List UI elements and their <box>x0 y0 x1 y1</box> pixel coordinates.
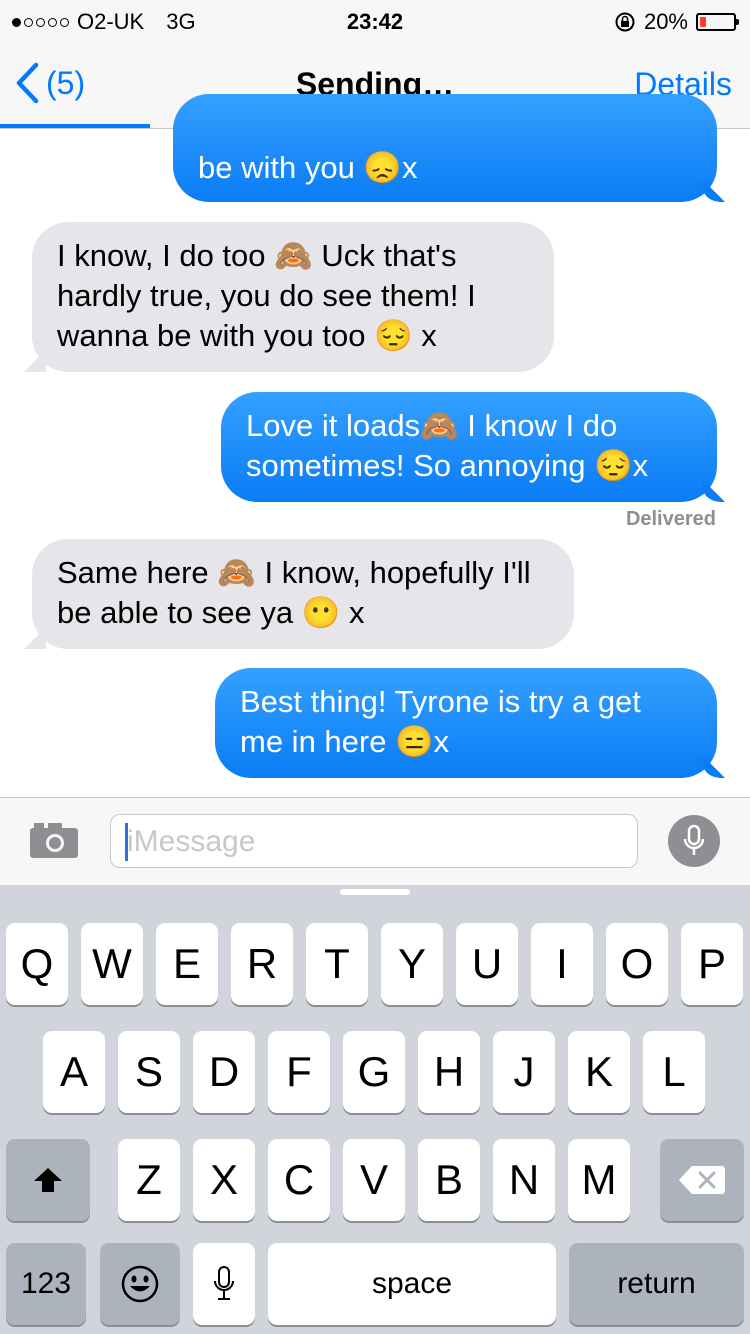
key-w[interactable]: W <box>81 923 143 1005</box>
key-h[interactable]: H <box>418 1031 480 1113</box>
message-bubble-sent[interactable]: Love it loads🙈 I know I do sometimes! So… <box>221 392 717 502</box>
battery-level <box>700 17 707 27</box>
message-input-bar: iMessage <box>0 797 750 886</box>
key-e[interactable]: E <box>156 923 218 1005</box>
key-n[interactable]: N <box>493 1139 555 1221</box>
camera-button[interactable] <box>28 820 80 865</box>
key-k[interactable]: K <box>568 1031 630 1113</box>
lock-rotation-icon <box>615 12 635 32</box>
message-text: Same here 🙈 I know, hopefully I'll be ab… <box>57 555 531 630</box>
microphone-button[interactable] <box>668 815 720 867</box>
key-a[interactable]: A <box>43 1031 105 1113</box>
backspace-key[interactable] <box>660 1139 744 1221</box>
key-s[interactable]: S <box>118 1031 180 1113</box>
key-l[interactable]: L <box>643 1031 705 1113</box>
key-m[interactable]: M <box>568 1139 630 1221</box>
key-o[interactable]: O <box>606 923 668 1005</box>
input-placeholder: iMessage <box>127 825 256 858</box>
keyboard-handle <box>340 889 410 895</box>
key-y[interactable]: Y <box>381 923 443 1005</box>
key-b[interactable]: B <box>418 1139 480 1221</box>
key-i[interactable]: I <box>531 923 593 1005</box>
key-v[interactable]: V <box>343 1139 405 1221</box>
numbers-key[interactable]: 123 <box>6 1243 86 1325</box>
dictation-key[interactable] <box>193 1243 255 1325</box>
message-text: I know, I do too 🙈 Uck that's hardly tru… <box>57 238 476 353</box>
key-u[interactable]: U <box>456 923 518 1005</box>
key-x[interactable]: X <box>193 1139 255 1221</box>
emoji-key[interactable] <box>100 1243 180 1325</box>
key-d[interactable]: D <box>193 1031 255 1113</box>
message-text: Love it loads🙈 I know I do sometimes! So… <box>246 408 649 483</box>
space-key[interactable]: space <box>268 1243 556 1325</box>
keyboard: Q W E R T Y U I O P A S D F G H J K L Z … <box>0 885 750 1334</box>
microphone-icon <box>683 824 705 855</box>
key-r[interactable]: R <box>231 923 293 1005</box>
key-t[interactable]: T <box>306 923 368 1005</box>
key-j[interactable]: J <box>493 1031 555 1113</box>
key-g[interactable]: G <box>343 1031 405 1113</box>
camera-icon <box>30 823 78 858</box>
battery-icon <box>696 13 739 31</box>
imessage-input[interactable]: iMessage <box>110 814 638 868</box>
key-c[interactable]: C <box>268 1139 330 1221</box>
key-q[interactable]: Q <box>6 923 68 1005</box>
status-right: 20% <box>614 8 739 36</box>
message-bubble-received[interactable]: Same here 🙈 I know, hopefully I'll be ab… <box>32 539 574 649</box>
send-progress-fill <box>0 124 150 128</box>
battery-percent: 20% <box>643 9 688 34</box>
return-key[interactable]: return <box>569 1243 744 1325</box>
message-bubble-sent[interactable]: be with you 😞x <box>173 94 717 202</box>
backspace-icon <box>679 1166 725 1194</box>
message-text: be with you 😞x <box>198 150 418 185</box>
delivered-status: Delivered <box>625 508 716 530</box>
key-f[interactable]: F <box>268 1031 330 1113</box>
message-bubble-sent[interactable]: Best thing! Tyrone is try a get me in he… <box>215 668 717 778</box>
emoji-icon <box>121 1265 159 1303</box>
message-text: Best thing! Tyrone is try a get me in he… <box>240 684 641 759</box>
key-z[interactable]: Z <box>118 1139 180 1221</box>
shift-icon <box>34 1168 62 1192</box>
key-p[interactable]: P <box>681 923 743 1005</box>
dictation-icon <box>214 1266 234 1300</box>
message-bubble-received[interactable]: I know, I do too 🙈 Uck that's hardly tru… <box>32 222 554 372</box>
shift-key[interactable] <box>6 1139 90 1221</box>
